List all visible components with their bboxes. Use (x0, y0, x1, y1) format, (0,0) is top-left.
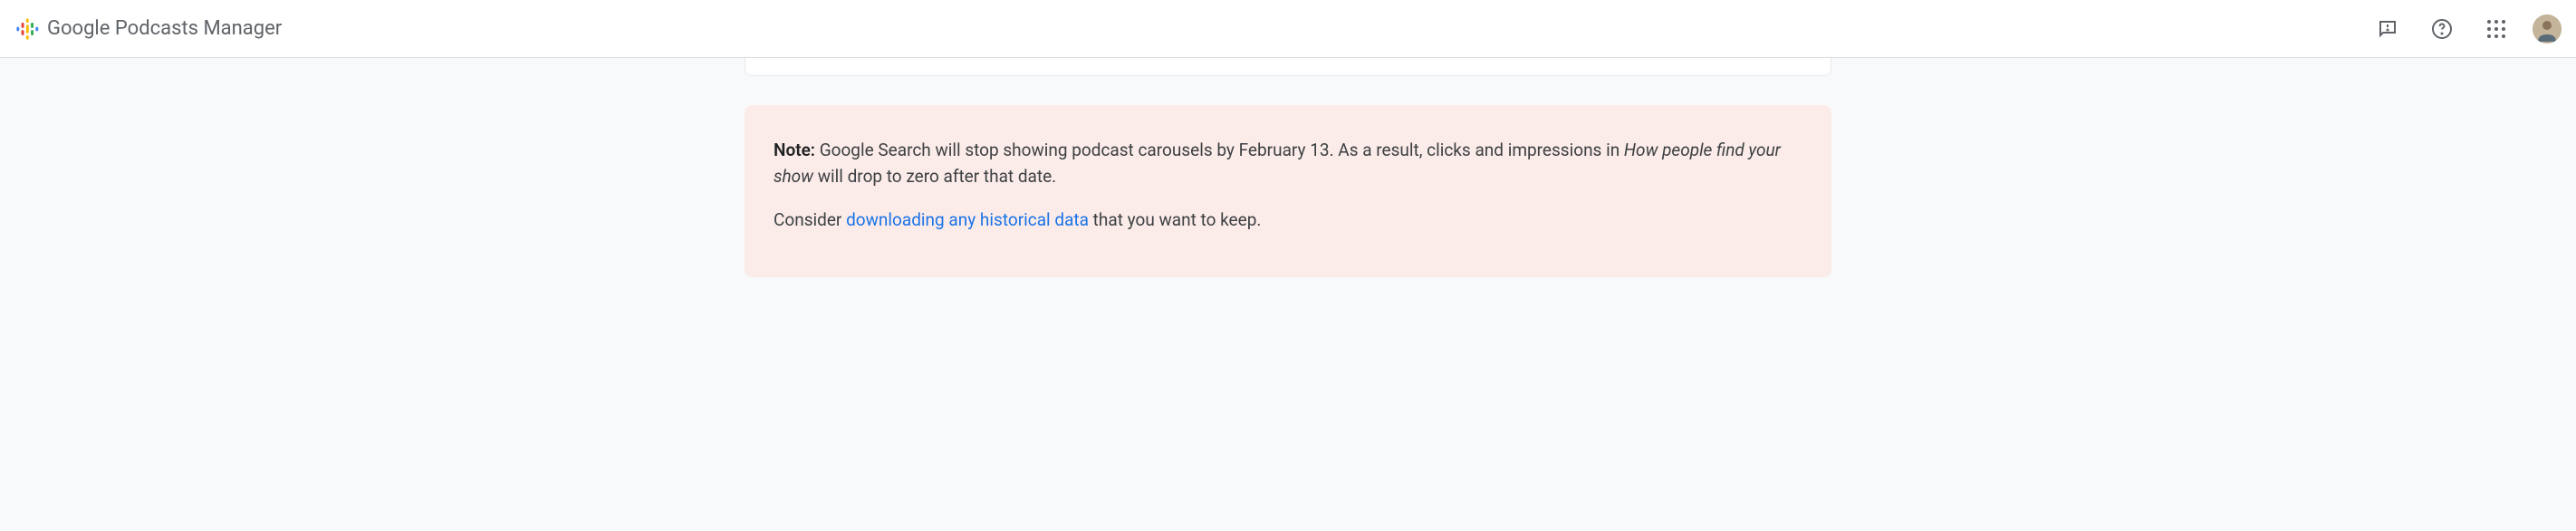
notice-text-2b: that you want to keep. (1089, 209, 1261, 230)
help-icon[interactable] (2424, 11, 2460, 47)
app-header: Google Podcasts Manager (0, 0, 2576, 58)
notice-text-1a: Google Search will stop showing podcast … (815, 140, 1624, 160)
card-bottom-edge (745, 58, 1831, 76)
download-historical-data-link[interactable]: downloading any historical data (846, 209, 1089, 230)
user-avatar[interactable] (2533, 14, 2562, 43)
main-content: Note: Google Search will stop showing po… (726, 58, 1850, 277)
google-podcasts-logo-icon (14, 16, 40, 42)
header-right (2369, 11, 2562, 47)
notice-paragraph-2: Consider downloading any historical data… (774, 208, 1802, 234)
app-title: Google Podcasts Manager (47, 17, 282, 40)
notice-text-2a: Consider (774, 209, 846, 230)
note-label: Note: (774, 140, 815, 160)
deprecation-notice: Note: Google Search will stop showing po… (745, 105, 1831, 277)
notice-text-1b: will drop to zero after that date. (813, 166, 1056, 187)
notice-paragraph-1: Note: Google Search will stop showing po… (774, 138, 1802, 189)
apps-grid-icon[interactable] (2478, 11, 2514, 47)
feedback-icon[interactable] (2369, 11, 2406, 47)
header-left: Google Podcasts Manager (14, 16, 282, 42)
